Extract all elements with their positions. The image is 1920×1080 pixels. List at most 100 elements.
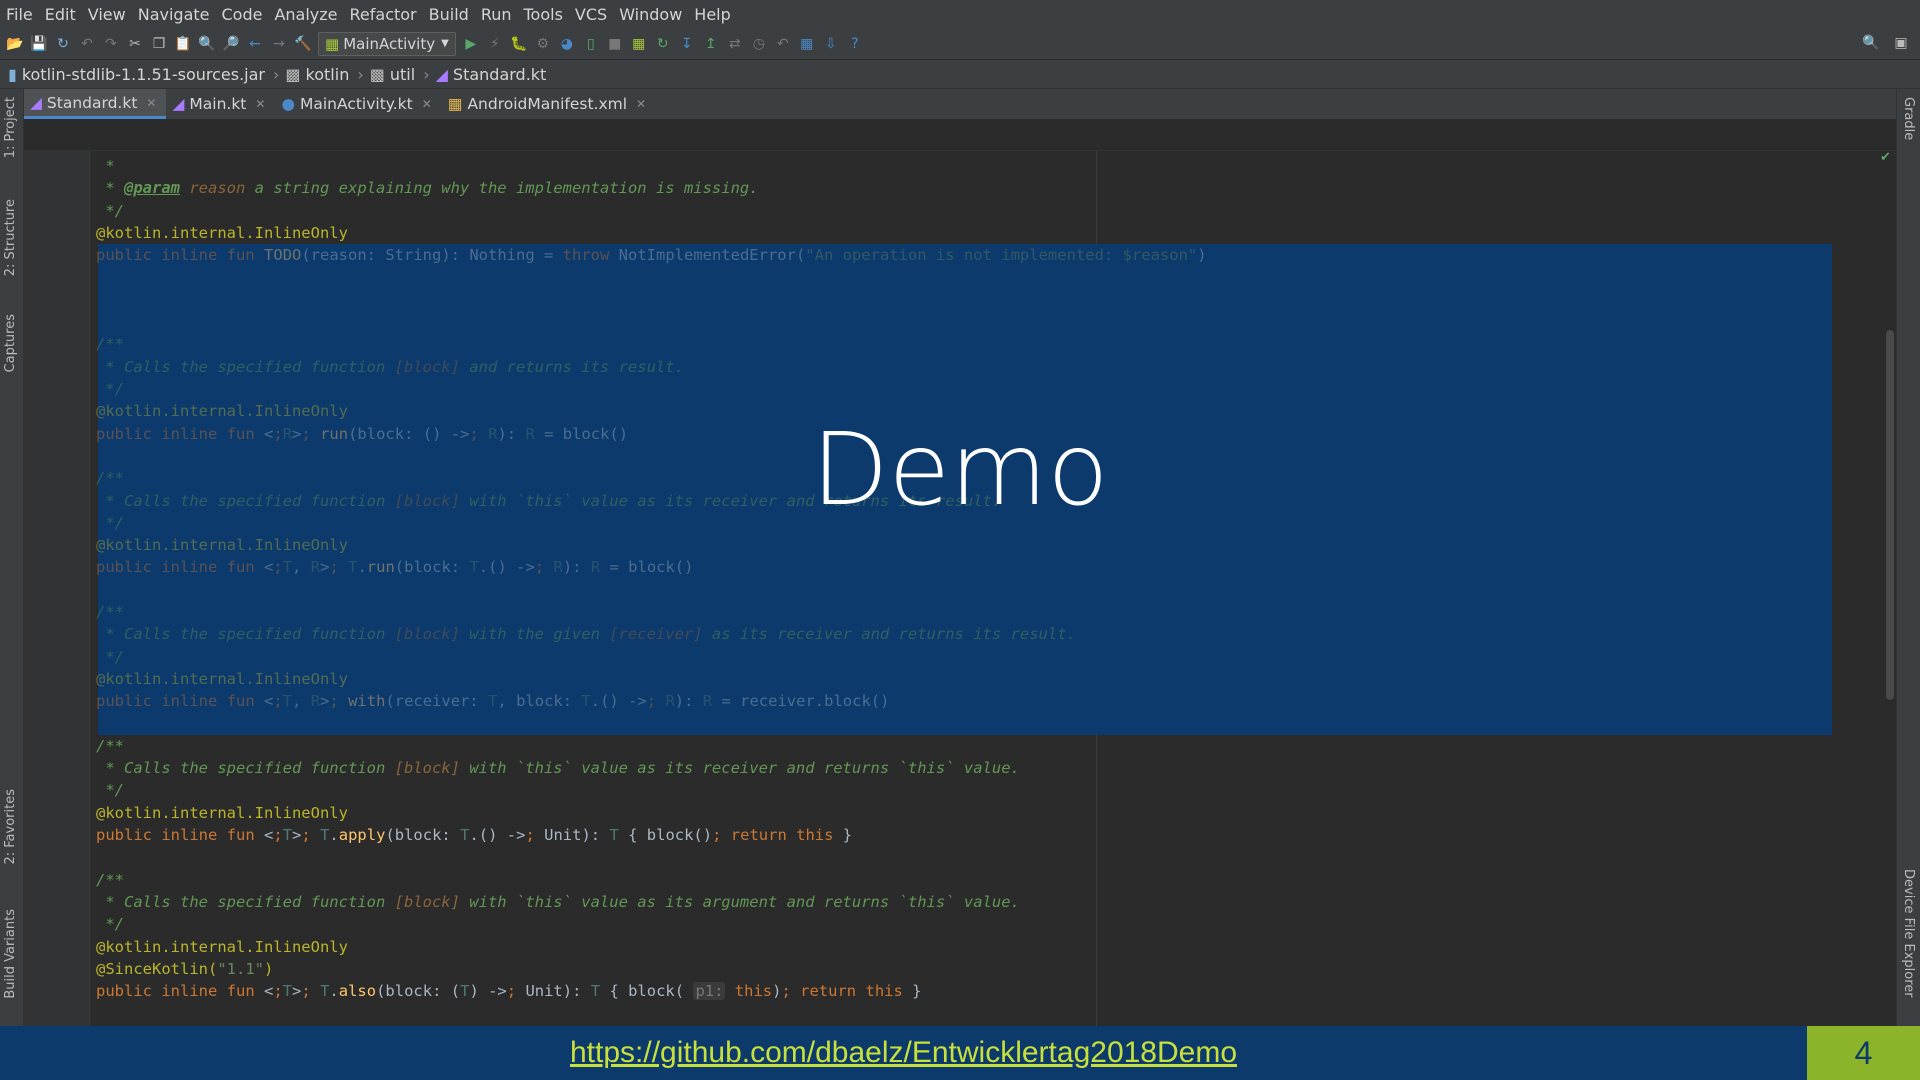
code-line[interactable]: 27▽/**	[90, 333, 1894, 355]
code-line[interactable]: 41△ */	[90, 646, 1894, 668]
menu-item-build[interactable]: Build	[429, 5, 469, 24]
code-line[interactable]: 55@SinceKotlin("1.1")	[90, 958, 1894, 980]
breadcrumb-package-kotlin[interactable]: ▩ kotlin	[285, 65, 349, 84]
find-icon[interactable]: 🔍	[198, 35, 216, 53]
code-line[interactable]: 24	[90, 267, 1894, 289]
sdk-manager-icon[interactable]: ⇩	[822, 35, 840, 53]
code-line[interactable]: 28 * Calls the specified function [block…	[90, 356, 1894, 378]
code-line[interactable]: 26	[90, 311, 1894, 333]
menu-item-view[interactable]: View	[88, 5, 126, 24]
run-icon[interactable]: ▶	[462, 35, 480, 53]
menu-item-help[interactable]: Help	[694, 5, 730, 24]
avd-manager-icon[interactable]: ▦	[630, 35, 648, 53]
menu-item-edit[interactable]: Edit	[45, 5, 76, 24]
code-line[interactable]: 38	[90, 579, 1894, 601]
search-everywhere-icon[interactable]: 🔍	[1862, 34, 1880, 52]
code-line[interactable]: 19 *	[90, 155, 1894, 177]
breadcrumb-jar[interactable]: ▮ kotlin-stdlib-1.1.51-sources.jar	[8, 65, 265, 84]
code-line[interactable]: 57	[90, 1002, 1894, 1024]
code-line[interactable]: 23public inline fun TODO(reason: String)…	[90, 244, 1894, 266]
code-editor[interactable]: 19 *20 * @param reason a string explaini…	[90, 151, 1896, 1026]
editor-scrollbar[interactable]	[1886, 330, 1894, 700]
help-icon[interactable]: ?	[846, 35, 864, 53]
open-folder-icon[interactable]: 📂	[6, 35, 24, 53]
stop-icon[interactable]: ■	[606, 35, 624, 53]
copy-icon[interactable]: ❐	[150, 35, 168, 53]
code-line[interactable]: 42@kotlin.internal.InlineOnly	[90, 668, 1894, 690]
debug-icon[interactable]: 🐛	[510, 35, 528, 53]
tab-mainactivity-kt[interactable]: ● MainActivity.kt ✕	[275, 89, 441, 119]
repository-link[interactable]: https://github.com/dbaelz/Entwicklertag2…	[0, 1026, 1807, 1080]
back-icon[interactable]: ←	[246, 35, 264, 53]
tool-window-structure[interactable]: 2: Structure	[3, 199, 18, 276]
forward-icon[interactable]: →	[270, 35, 288, 53]
attach-debugger-icon[interactable]: ⚙	[534, 35, 552, 53]
gradle-sync-icon[interactable]: ↻	[654, 35, 672, 53]
menu-item-code[interactable]: Code	[222, 5, 263, 24]
code-line[interactable]: 46 * Calls the specified function [block…	[90, 757, 1894, 779]
apply-changes-icon[interactable]: ⚡	[486, 35, 504, 53]
run-configuration-select[interactable]: ▦ MainActivity ▼	[318, 31, 456, 56]
code-line[interactable]: 25	[90, 289, 1894, 311]
code-line[interactable]: 43public inline fun <;T, R>; with(receiv…	[90, 690, 1894, 712]
menu-item-file[interactable]: File	[6, 5, 33, 24]
menu-item-analyze[interactable]: Analyze	[274, 5, 337, 24]
menu-item-tools[interactable]: Tools	[524, 5, 563, 24]
tab-main-kt[interactable]: ◢ Main.kt ✕	[166, 89, 275, 119]
code-line[interactable]: 36@kotlin.internal.InlineOnly	[90, 534, 1894, 556]
code-line[interactable]: 50	[90, 846, 1894, 868]
vcs-commit-icon[interactable]: ↥	[702, 35, 720, 53]
close-icon[interactable]: ✕	[255, 97, 265, 111]
presentation-icon[interactable]: ▣	[1892, 34, 1910, 52]
menu-item-vcs[interactable]: VCS	[575, 5, 607, 24]
tool-window-gradle[interactable]: Gradle	[1901, 97, 1916, 140]
close-icon[interactable]: ✕	[422, 97, 432, 111]
menu-item-refactor[interactable]: Refactor	[350, 5, 417, 24]
tool-window-device-file-explorer[interactable]: Device File Explorer	[1901, 869, 1916, 998]
sync-icon[interactable]: ↻	[54, 35, 72, 53]
coverage-icon[interactable]: ▯	[582, 35, 600, 53]
breadcrumb-file[interactable]: ◢ Standard.kt	[436, 65, 547, 84]
close-icon[interactable]: ✕	[146, 96, 156, 110]
code-line[interactable]: 44	[90, 713, 1894, 735]
code-line[interactable]: 21△ */	[90, 200, 1894, 222]
vcs-revert-icon[interactable]: ↶	[774, 35, 792, 53]
replace-icon[interactable]: 🔎	[222, 35, 240, 53]
code-line[interactable]: 47△ */	[90, 779, 1894, 801]
tool-window-project[interactable]: 1: Project	[3, 97, 18, 158]
menu-item-run[interactable]: Run	[481, 5, 512, 24]
tool-window-favorites[interactable]: 2: Favorites	[3, 789, 18, 865]
code-line[interactable]: 48@kotlin.internal.InlineOnly	[90, 802, 1894, 824]
undo-icon[interactable]: ↶	[78, 35, 96, 53]
cut-icon[interactable]: ✂	[126, 35, 144, 53]
code-line[interactable]: 49public inline fun <;T>; T.apply(block:…	[90, 824, 1894, 846]
tool-window-captures[interactable]: Captures	[3, 314, 18, 372]
vcs-update-icon[interactable]: ↧	[678, 35, 696, 53]
code-line[interactable]: 40 * Calls the specified function [block…	[90, 623, 1894, 645]
tool-window-build-variants[interactable]: Build Variants	[3, 909, 18, 999]
code-line[interactable]: 22@kotlin.internal.InlineOnly	[90, 222, 1894, 244]
tab-standard-kt[interactable]: ◢ Standard.kt ✕	[24, 89, 167, 119]
breadcrumb-package-util[interactable]: ▩ util	[370, 65, 415, 84]
menu-item-window[interactable]: Window	[619, 5, 682, 24]
profile-icon[interactable]: ◕	[558, 35, 576, 53]
vcs-compare-icon[interactable]: ⇄	[726, 35, 744, 53]
paste-icon[interactable]: 📋	[174, 35, 192, 53]
menu-item-navigate[interactable]: Navigate	[138, 5, 210, 24]
code-line[interactable]: 20 * @param reason a string explaining w…	[90, 177, 1894, 199]
save-icon[interactable]: 💾	[30, 35, 48, 53]
vcs-history-icon[interactable]: ◷	[750, 35, 768, 53]
code-line[interactable]: 54@kotlin.internal.InlineOnly	[90, 936, 1894, 958]
code-line[interactable]: 29△ */	[90, 378, 1894, 400]
code-line[interactable]: 37public inline fun <;T, R>; T.run(block…	[90, 556, 1894, 578]
code-line[interactable]: 53△ */	[90, 913, 1894, 935]
project-structure-icon[interactable]: ▦	[798, 35, 816, 53]
make-project-icon[interactable]: 🔨	[294, 35, 312, 53]
redo-icon[interactable]: ↷	[102, 35, 120, 53]
code-line[interactable]: 56public inline fun <;T>; T.also(block: …	[90, 980, 1894, 1002]
close-icon[interactable]: ✕	[636, 97, 646, 111]
code-line[interactable]: 52 * Calls the specified function [block…	[90, 891, 1894, 913]
code-line[interactable]: 51▽/**	[90, 869, 1894, 891]
tab-androidmanifest-xml[interactable]: ▦ AndroidManifest.xml ✕	[442, 89, 656, 119]
code-line[interactable]: 45▽/**	[90, 735, 1894, 757]
